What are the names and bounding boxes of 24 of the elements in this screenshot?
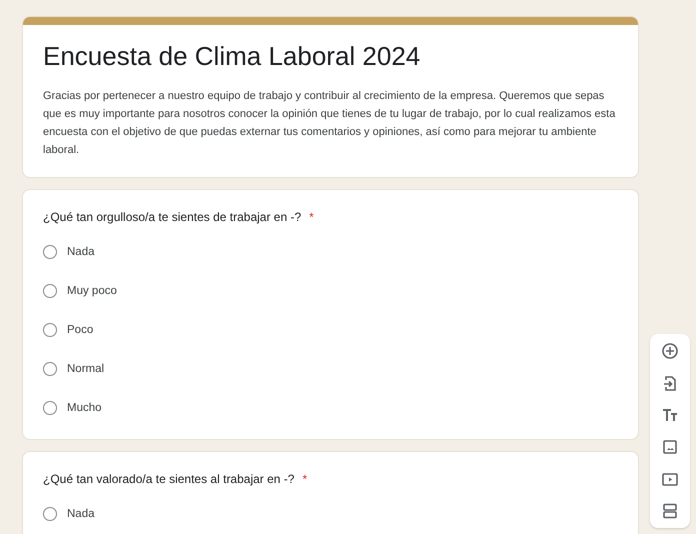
option-label: Poco (67, 324, 94, 336)
radio-button[interactable] (43, 362, 57, 376)
add-icon[interactable] (661, 342, 679, 360)
image-icon[interactable] (661, 438, 679, 456)
section-icon[interactable] (661, 502, 679, 520)
form-description: Gracias por pertenecer a nuestro equipo de trabajo y contribuir al crecimiento de la empresa. Queremos que sepas que es muy importante para nosotros conocer la opinión que tienes de tu lugar de trabajo, por lo cual realizamos esta encuesta con el objetivo de que puedas externar tus comentarios y opiniones, así como para mejorar tu ambiente laboral. (43, 89, 616, 158)
question-text: ¿Qué tan valorado/a te sientes al trabajar en -? (43, 472, 294, 486)
question-text: ¿Qué tan orgulloso/a te sientes de trabajar en -? (43, 210, 302, 224)
radio-button[interactable] (43, 284, 57, 298)
option-label: Muy poco (67, 284, 117, 296)
required-mark: * (309, 210, 314, 224)
option-label: Normal (67, 362, 104, 374)
import-icon[interactable] (661, 374, 679, 392)
option-label: Nada (67, 508, 94, 520)
option-label: Mucho (67, 402, 102, 414)
required-mark: * (302, 472, 308, 486)
option-label: Nada (67, 246, 94, 258)
radio-button[interactable] (43, 506, 57, 520)
radio-button[interactable] (43, 322, 57, 336)
video-icon[interactable] (661, 470, 679, 488)
text-size-icon[interactable] (661, 406, 679, 424)
radio-button[interactable] (43, 400, 57, 414)
radio-button[interactable] (43, 244, 57, 258)
form-title: Encuesta de Clima Laboral 2024 (43, 40, 422, 73)
